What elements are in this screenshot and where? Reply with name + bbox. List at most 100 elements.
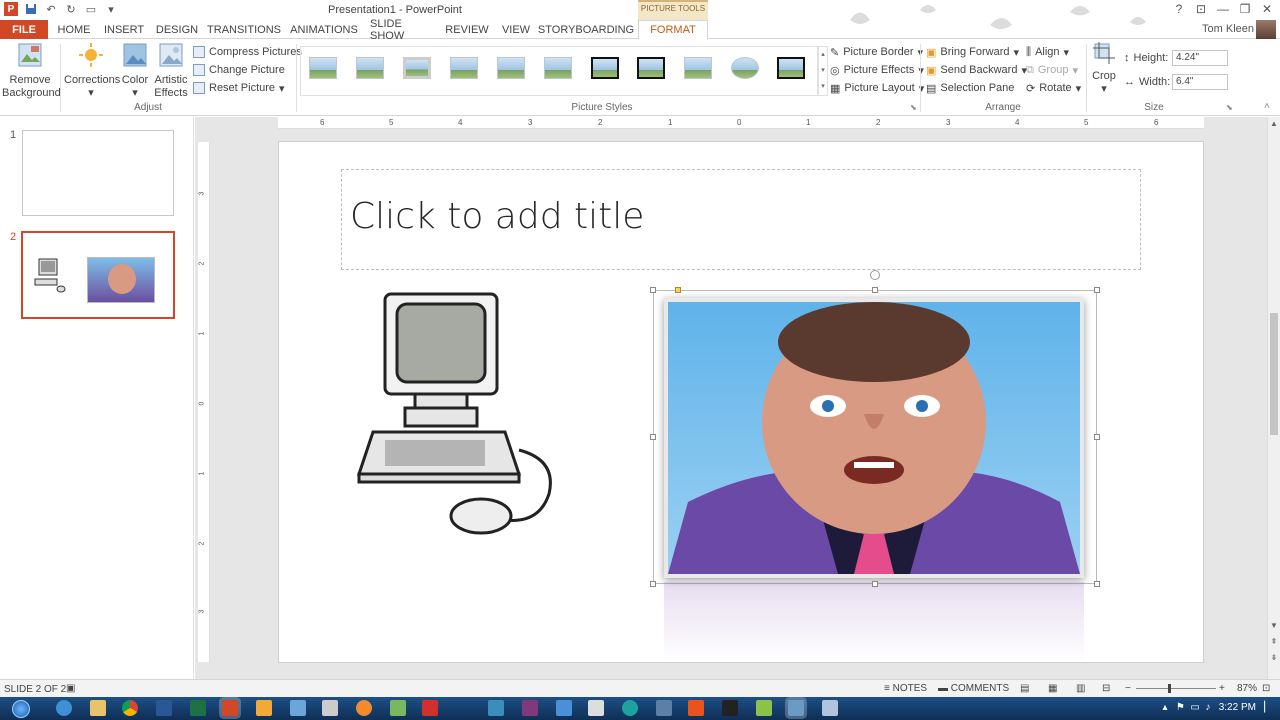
picture-style-thumb[interactable]: [309, 57, 337, 79]
picture-style-thumb[interactable]: [637, 57, 665, 79]
crop-button[interactable]: Crop ▾: [1090, 42, 1118, 96]
tab-animations[interactable]: ANIMATIONS: [290, 20, 358, 39]
volume-icon[interactable]: ♪: [1205, 702, 1210, 713]
scroll-down-icon[interactable]: ▼: [1268, 621, 1280, 630]
resize-handle[interactable]: [1094, 581, 1100, 587]
app-icon[interactable]: [822, 700, 838, 716]
app-icon[interactable]: [390, 700, 406, 716]
corrections-button[interactable]: Corrections ▾: [64, 42, 120, 100]
app-icon[interactable]: [622, 700, 638, 716]
onenote-icon[interactable]: [522, 700, 538, 716]
zoom-level[interactable]: 87%: [1237, 683, 1257, 694]
picture-style-thumb[interactable]: [777, 57, 805, 79]
action-center-icon[interactable]: ⚑: [1176, 702, 1185, 713]
picture-layout-button[interactable]: ▦ Picture Layout ▾: [830, 80, 924, 96]
selection-pane-button[interactable]: ▤ Selection Pane: [926, 80, 1014, 96]
picture-style-thumb[interactable]: [403, 57, 431, 79]
bring-forward-button[interactable]: ▣ Bring Forward ▾: [926, 44, 1019, 60]
rotation-handle-icon[interactable]: [870, 270, 880, 280]
picture-border-button[interactable]: ✎ Picture Border▾: [830, 44, 923, 60]
tab-slide-show[interactable]: SLIDE SHOW: [370, 18, 434, 42]
reading-view-icon[interactable]: ▥: [1076, 683, 1085, 694]
app-icon[interactable]: [656, 700, 672, 716]
app-icon[interactable]: [256, 700, 272, 716]
app-icon[interactable]: [322, 700, 338, 716]
tab-home[interactable]: HOME: [56, 20, 92, 39]
help-button[interactable]: ?: [1168, 0, 1190, 18]
change-picture-button[interactable]: Change Picture: [193, 62, 285, 78]
scroll-thumb[interactable]: [1270, 313, 1278, 435]
width-field[interactable]: 6.4": [1172, 74, 1228, 90]
restore-button[interactable]: ❐: [1234, 0, 1256, 18]
adjustment-handle[interactable]: [675, 287, 681, 293]
picture-style-thumb[interactable]: [544, 57, 572, 79]
zoom-out-button[interactable]: −: [1125, 683, 1131, 694]
word-icon[interactable]: [156, 700, 172, 716]
command-prompt-icon[interactable]: [722, 700, 738, 716]
app-icon[interactable]: [588, 700, 604, 716]
resize-handle[interactable]: [650, 287, 656, 293]
show-hidden-icons-icon[interactable]: ▴: [1162, 702, 1167, 713]
slide-thumbnail-1[interactable]: [22, 130, 174, 216]
dialog-launcher-icon[interactable]: ⬊: [910, 103, 917, 112]
collapse-ribbon-icon[interactable]: ˄: [1264, 101, 1270, 112]
resize-handle[interactable]: [872, 287, 878, 293]
resize-handle[interactable]: [650, 434, 656, 440]
resize-handle[interactable]: [1094, 434, 1100, 440]
filezilla-icon[interactable]: [422, 700, 438, 716]
color-button[interactable]: Color ▾: [118, 42, 152, 100]
minimize-button[interactable]: —: [1212, 0, 1234, 18]
file-explorer-icon[interactable]: [90, 700, 106, 716]
zoom-slider-knob[interactable]: [1168, 684, 1171, 693]
app-icon[interactable]: [756, 700, 772, 716]
vertical-scrollbar[interactable]: ▲ ▼ ⇞ ⇟: [1267, 117, 1280, 679]
styles-scroll[interactable]: ▴ ▾ ▾: [818, 46, 828, 96]
picture-style-thumb[interactable]: [591, 57, 619, 79]
show-desktop-icon[interactable]: ▏: [1264, 702, 1272, 713]
tab-view[interactable]: VIEW: [500, 20, 532, 39]
chrome-icon[interactable]: [122, 700, 138, 716]
powerpoint-taskbar-icon[interactable]: [222, 700, 238, 716]
app-icon[interactable]: [688, 700, 704, 716]
slide-thumbnail-2[interactable]: [21, 231, 175, 319]
excel-icon[interactable]: [190, 700, 206, 716]
previous-slide-icon[interactable]: ⇞: [1268, 637, 1280, 646]
remove-background-button[interactable]: Remove Background: [2, 42, 61, 100]
clock[interactable]: 3:22 PM: [1219, 702, 1256, 713]
notes-button[interactable]: ≡ NOTES: [884, 683, 927, 694]
user-name[interactable]: Tom Kleen: [1202, 23, 1254, 35]
group-button[interactable]: ⧉ Group ▾: [1026, 62, 1078, 78]
computer-clipart-icon[interactable]: [345, 290, 555, 538]
picture-style-thumb[interactable]: [497, 57, 525, 79]
artistic-effects-button[interactable]: Artistic Effects: [152, 42, 190, 100]
tab-format[interactable]: FORMAT: [638, 20, 708, 40]
slide-sorter-view-icon[interactable]: ▦: [1048, 683, 1057, 694]
tab-insert[interactable]: INSERT: [104, 20, 144, 39]
tab-storyboarding[interactable]: STORYBOARDING: [538, 20, 634, 39]
compress-pictures-button[interactable]: Compress Pictures: [193, 44, 302, 60]
align-button[interactable]: ⫼ Align ▾: [1026, 44, 1069, 60]
spell-check-icon[interactable]: ▣: [66, 683, 75, 694]
title-placeholder[interactable]: Click to add title: [341, 169, 1141, 270]
send-backward-button[interactable]: ▣ Send Backward ▾: [926, 62, 1027, 78]
resize-handle[interactable]: [650, 581, 656, 587]
picture-style-thumb[interactable]: [731, 57, 759, 79]
close-button[interactable]: ✕: [1256, 0, 1278, 18]
picture-effects-button[interactable]: ◎ Picture Effects ▾: [830, 62, 924, 78]
normal-view-icon[interactable]: ▤: [1020, 683, 1029, 694]
fit-slide-icon[interactable]: ⊡: [1262, 683, 1270, 694]
dialog-launcher-icon[interactable]: ⬊: [1226, 103, 1233, 112]
zoom-in-button[interactable]: +: [1219, 683, 1225, 694]
ribbon-display-options-icon[interactable]: ⊡: [1190, 0, 1212, 18]
start-button[interactable]: [6, 697, 36, 720]
picture-style-thumb[interactable]: [450, 57, 478, 79]
tab-transitions[interactable]: TRANSITIONS: [207, 20, 281, 39]
next-slide-icon[interactable]: ⇟: [1268, 653, 1280, 662]
avatar[interactable]: [1256, 20, 1276, 39]
network-icon[interactable]: ▭: [1190, 702, 1199, 713]
resize-handle[interactable]: [872, 581, 878, 587]
app-icon[interactable]: [488, 700, 504, 716]
slide-canvas[interactable]: Click to add title: [279, 142, 1203, 662]
rotate-button[interactable]: ⟳ Rotate ▾: [1026, 80, 1081, 96]
selected-picture[interactable]: [664, 298, 1084, 578]
